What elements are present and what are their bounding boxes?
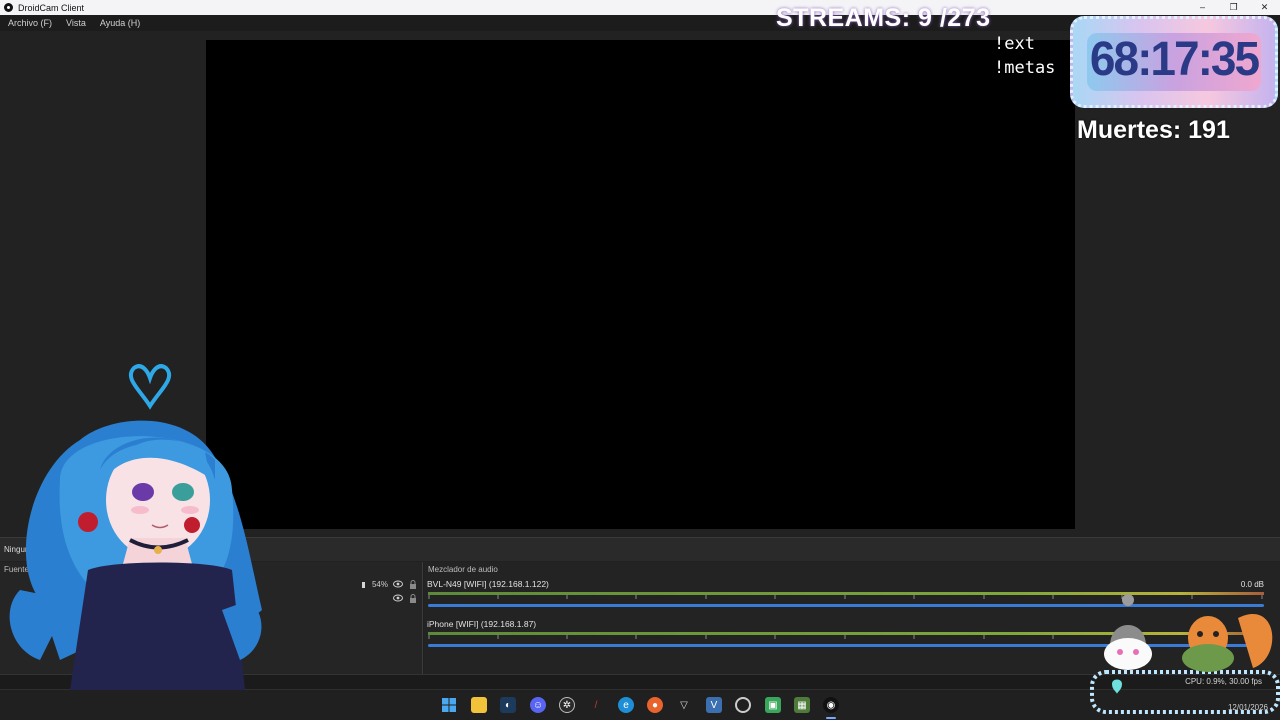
menu-archivo[interactable]: Archivo (F) <box>8 18 52 28</box>
discord-icon[interactable]: ☺ <box>530 697 546 713</box>
command-metas: !metas <box>994 58 1056 78</box>
stream-timer: 68:17:35 <box>1089 30 1260 86</box>
chatgpt-icon[interactable]: ✲ <box>559 697 575 713</box>
file-explorer-icon[interactable] <box>471 697 487 713</box>
visibility-eye-icon[interactable] <box>393 580 403 588</box>
edge-icon[interactable]: e <box>618 697 634 713</box>
active-app-indicator <box>826 717 836 719</box>
minecraft-icon[interactable]: ▦ <box>794 697 810 713</box>
lock-icon[interactable] <box>409 594 417 603</box>
minimize-button[interactable]: – <box>1187 0 1218 15</box>
window-controls: – ❐ ✕ <box>1187 0 1280 15</box>
channel-name: BVL-N49 [WIFI] (192.168.1.122) <box>427 579 549 589</box>
vtuber-avatar <box>9 364 262 690</box>
deaths-counter: Muertes: 191 <box>1077 116 1230 144</box>
vtube-icon[interactable]: ▽ <box>676 697 692 713</box>
droidcam-icon[interactable]: ◉ <box>823 697 839 713</box>
streams-counter: STREAMS: 9 /273 <box>776 4 991 32</box>
close-button[interactable]: ✕ <box>1249 0 1280 15</box>
steam-icon[interactable]: ◐ <box>500 697 516 713</box>
restore-button[interactable]: ❐ <box>1218 0 1249 15</box>
menu-vista[interactable]: Vista <box>66 18 86 28</box>
lock-icon[interactable] <box>409 580 417 589</box>
video-canvas[interactable] <box>206 40 1075 529</box>
channel-name: iPhone [WIFI] (192.168.1.87) <box>427 619 537 629</box>
start-icon[interactable] <box>441 697 457 713</box>
volume-bar-icon <box>362 582 365 588</box>
mixer-title: Mezclador de audio <box>428 565 498 574</box>
vscode-icon[interactable]: V <box>706 697 722 713</box>
droidcam-app-icon <box>4 3 13 12</box>
menu-ayuda[interactable]: Ayuda (H) <box>100 18 140 28</box>
visibility-eye-icon[interactable] <box>393 594 403 602</box>
game-icon[interactable]: / <box>588 697 604 713</box>
mascot-overlay <box>1090 594 1280 714</box>
title-bar: DroidCam Client – ❐ ✕ <box>0 0 1280 15</box>
app-icon[interactable]: ▣ <box>765 697 781 713</box>
droidcam-window: { "window": { "title": "DroidCam Client"… <box>0 0 1280 720</box>
source-volume-percent: 54% <box>371 580 388 589</box>
command-ext: !ext <box>994 34 1035 54</box>
window-title: DroidCam Client <box>18 2 85 13</box>
obs-icon[interactable] <box>735 697 751 713</box>
timer-frame: 68:17:35 <box>1070 16 1278 108</box>
firefox-icon[interactable]: ● <box>647 697 663 713</box>
